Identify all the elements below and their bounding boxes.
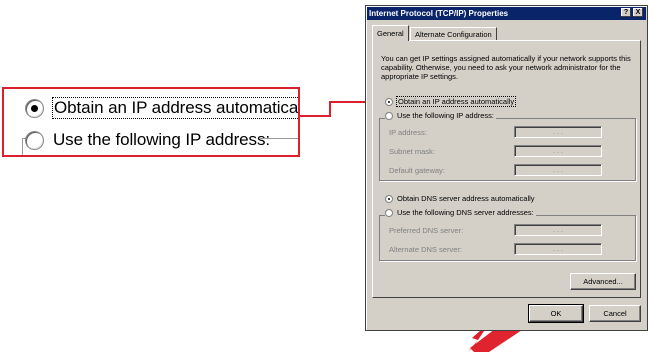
tab-alternate-configuration[interactable]: Alternate Configuration	[410, 27, 497, 40]
preferred-dns-input[interactable]: . . .	[514, 224, 602, 236]
tab-alternate-configuration-label: Alternate Configuration	[415, 29, 492, 39]
manual-ip-label: Use the following IP address:	[397, 111, 494, 120]
auto-dns-radio[interactable]	[385, 194, 393, 203]
close-button[interactable]: X	[633, 8, 643, 17]
manual-dns-label: Use the following DNS server addresses:	[397, 208, 534, 217]
cancel-button[interactable]: Cancel	[589, 305, 641, 322]
ip-address-value: . . .	[553, 129, 563, 136]
auto-dns-label: Obtain DNS server address automatically	[397, 194, 535, 203]
alternate-dns-value: . . .	[553, 246, 563, 253]
subnet-mask-label: Subnet mask:	[389, 147, 435, 156]
advanced-button[interactable]: Advanced...	[570, 273, 636, 290]
alternate-dns-input[interactable]: . . .	[514, 243, 602, 255]
alternate-dns-label: Alternate DNS server:	[389, 245, 462, 254]
tab-general-label: General	[377, 29, 404, 38]
manual-dns-radio[interactable]	[385, 208, 393, 217]
dialog-title: Internet Protocol (TCP/IP) Properties	[369, 9, 509, 18]
default-gateway-input[interactable]: . . .	[514, 164, 602, 176]
preferred-dns-label: Preferred DNS server:	[389, 226, 464, 235]
help-button[interactable]: ?	[621, 8, 631, 17]
tcpip-properties-dialog: Internet Protocol (TCP/IP) Properties ? …	[365, 5, 648, 331]
auto-ip-option[interactable]: Obtain an IP address automatically	[385, 96, 517, 107]
auto-ip-label: Obtain an IP address automatically	[395, 96, 517, 107]
manual-dns-option[interactable]: Use the following DNS server addresses:	[385, 208, 536, 217]
ip-address-label: IP address:	[389, 128, 427, 137]
tab-general[interactable]: General	[372, 25, 409, 41]
auto-ip-radio[interactable]	[385, 97, 393, 106]
preferred-dns-value: . . .	[553, 227, 563, 234]
auto-dns-option[interactable]: Obtain DNS server address automatically	[385, 194, 535, 203]
default-gateway-label: Default gateway:	[389, 166, 445, 175]
subnet-mask-value: . . .	[553, 148, 563, 155]
subnet-mask-input[interactable]: . . .	[514, 145, 602, 157]
ip-address-input[interactable]: . . .	[514, 126, 602, 138]
manual-ip-option[interactable]: Use the following IP address:	[385, 111, 496, 120]
manual-ip-radio[interactable]	[385, 111, 393, 120]
default-gateway-value: . . .	[553, 167, 563, 174]
description-text: You can get IP settings assigned automat…	[381, 54, 631, 81]
ok-button[interactable]: OK	[528, 304, 584, 323]
dialog-titlebar: Internet Protocol (TCP/IP) Properties	[367, 7, 646, 20]
